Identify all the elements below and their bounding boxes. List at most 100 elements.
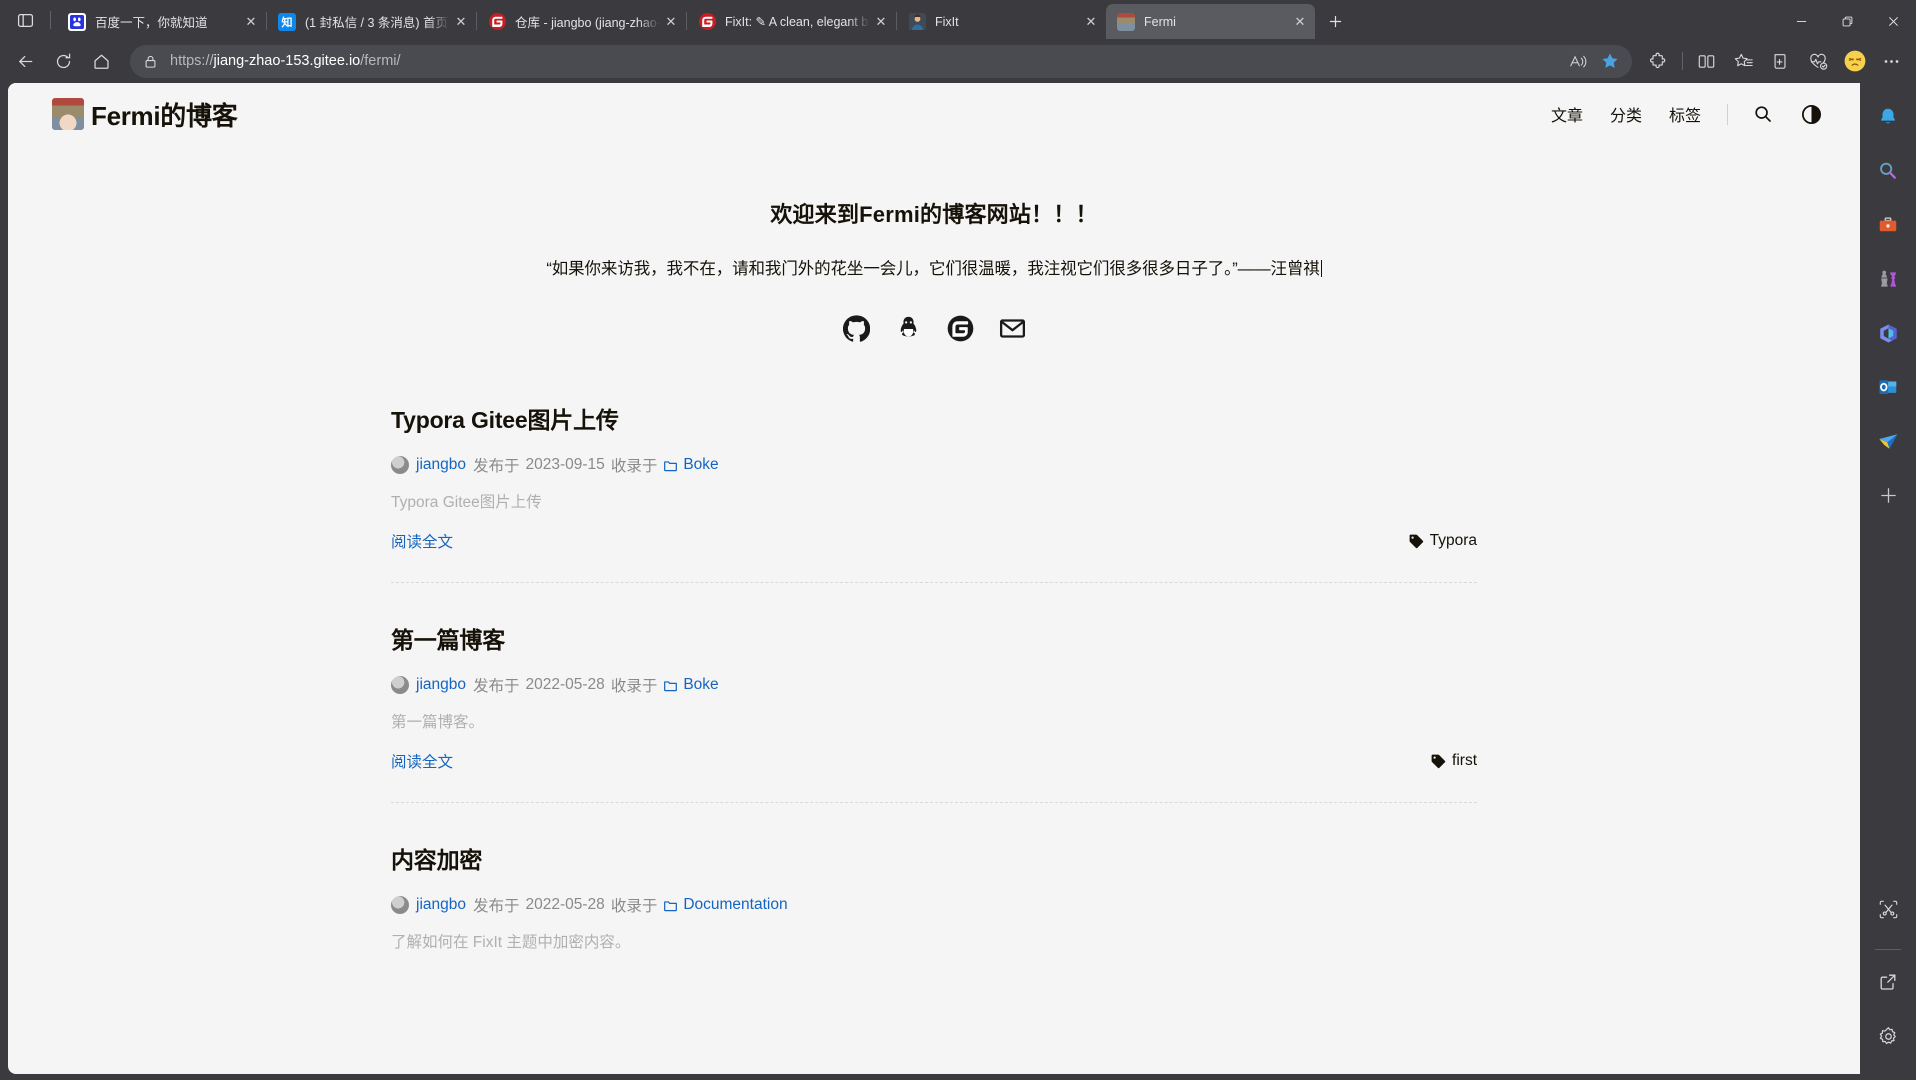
new-tab-button[interactable] <box>1320 6 1351 37</box>
email-icon[interactable] <box>997 313 1027 343</box>
url-path: /fermi/ <box>360 53 401 69</box>
tab-list: 百度一下，你就知道 ✕ 知 (1 封私信 / 3 条消息) 首页 - ✕ 仓库 … <box>57 4 1778 39</box>
read-more-link[interactable]: 阅读全文 <box>391 530 453 552</box>
add-sidebar-app-icon[interactable] <box>1868 475 1908 515</box>
tab-close-icon[interactable]: ✕ <box>450 11 472 33</box>
address-bar[interactable]: https://jiang-zhao-153.gitee.io/fermi/ <box>130 44 1632 78</box>
post-tag-label: first <box>1452 752 1477 769</box>
post-meta: jiangbo 发布于 2022-05-28 收录于 Boke <box>391 674 1477 696</box>
browser-tab[interactable]: FixIt: ✎ A clean, elegant bu ✕ <box>687 4 896 39</box>
category-label: 收录于 <box>610 458 658 475</box>
home-button[interactable] <box>84 44 118 78</box>
post-footer: 阅读全文 Typora <box>391 530 1477 552</box>
post-category[interactable]: Boke <box>663 456 719 474</box>
settings-more-icon[interactable] <box>1874 45 1909 78</box>
tab-actions-button[interactable] <box>6 4 44 36</box>
qq-icon[interactable] <box>893 313 923 343</box>
post-category[interactable]: Documentation <box>663 896 788 914</box>
tab-close-icon[interactable]: ✕ <box>240 11 262 33</box>
collections-icon[interactable] <box>1763 45 1798 78</box>
favorite-star-icon[interactable] <box>1594 47 1626 75</box>
navigation-toolbar: https://jiang-zhao-153.gitee.io/fermi/ <box>0 39 1916 83</box>
window-restore-button[interactable] <box>1824 4 1870 39</box>
gitee-icon <box>488 13 506 31</box>
toolbar-divider <box>1682 52 1683 70</box>
post-tag[interactable]: Typora <box>1408 532 1477 550</box>
post-tag[interactable]: first <box>1430 752 1477 770</box>
browser-essentials-icon[interactable] <box>1800 45 1835 78</box>
games-icon[interactable] <box>1868 259 1908 299</box>
sidebar-divider <box>1875 949 1901 950</box>
theme-toggle-icon[interactable] <box>1798 101 1824 127</box>
site-header: Fermi的博客 文章 分类 标签 <box>8 83 1860 145</box>
post-date: 2023-09-15 <box>525 456 605 473</box>
refresh-button[interactable] <box>46 44 80 78</box>
author-avatar <box>391 456 409 474</box>
post-item: 第一篇博客 jiangbo 发布于 2022-05-28 收录于 Boke 第一… <box>391 582 1477 802</box>
tab-title: (1 封私信 / 3 条消息) 首页 - <box>305 16 450 30</box>
hero-subtitle-text: “如果你来访我，我不在，请和我门外的花坐一会儿，它们很温暖，我注视它们很多很多日… <box>546 260 1320 278</box>
post-item: 内容加密 jiangbo 发布于 2022-05-28 收录于 Document… <box>391 802 1477 982</box>
post-title[interactable]: Typora Gitee图片上传 <box>391 401 1477 435</box>
browser-tab[interactable]: 仓库 - jiangbo (jiang-zhao-1 ✕ <box>477 4 686 39</box>
browser-tab[interactable]: FixIt ✕ <box>897 4 1106 39</box>
read-aloud-icon[interactable] <box>1562 47 1594 75</box>
browser-tab[interactable]: 百度一下，你就知道 ✕ <box>57 4 266 39</box>
profile-icon[interactable] <box>1837 45 1872 78</box>
extensions-icon[interactable] <box>1641 45 1676 78</box>
social-links <box>391 313 1477 343</box>
post-author[interactable]: jiangbo <box>416 676 466 694</box>
browser-viewport: Fermi的博客 文章 分类 标签 欢迎来到Fermi的博客网站！！！ “如果你… <box>0 83 1916 1080</box>
read-more-link[interactable]: 阅读全文 <box>391 750 453 772</box>
post-title[interactable]: 第一篇博客 <box>391 621 1477 655</box>
screenshot-snip-icon[interactable] <box>1868 889 1908 929</box>
post-tags: first <box>1430 752 1477 770</box>
post-list: Typora Gitee图片上传 jiangbo 发布于 2023-09-15 … <box>391 343 1477 982</box>
github-icon[interactable] <box>841 313 871 343</box>
address-bar-actions <box>1562 47 1626 75</box>
outlook-icon[interactable] <box>1868 367 1908 407</box>
tab-title: Fermi <box>1144 14 1176 29</box>
gitee-icon <box>698 13 716 31</box>
gitee-icon[interactable] <box>945 313 975 343</box>
search-icon[interactable] <box>1750 101 1776 127</box>
post-category[interactable]: Boke <box>663 676 719 694</box>
open-in-new-icon[interactable] <box>1868 962 1908 1002</box>
send-plane-icon[interactable] <box>1868 421 1908 461</box>
tab-close-icon[interactable]: ✕ <box>1080 11 1102 33</box>
url-host: jiang-zhao-153.gitee.io <box>213 53 361 69</box>
sidebar-settings-icon[interactable] <box>1868 1016 1908 1056</box>
split-screen-icon[interactable] <box>1689 45 1724 78</box>
tab-title: 百度一下，你就知道 <box>95 16 208 30</box>
window-close-button[interactable] <box>1870 4 1916 39</box>
post-author[interactable]: jiangbo <box>416 456 466 474</box>
post-excerpt: 了解如何在 FixIt 主题中加密内容。 <box>391 934 631 951</box>
tab-close-icon[interactable]: ✕ <box>870 11 892 33</box>
nav-item-articles[interactable]: 文章 <box>1551 102 1583 126</box>
browser-tab-active[interactable]: Fermi ✕ <box>1106 4 1315 39</box>
author-avatar <box>391 676 409 694</box>
site-brand[interactable]: Fermi的博客 <box>52 96 238 133</box>
post-author[interactable]: jiangbo <box>416 896 466 914</box>
tab-close-icon[interactable]: ✕ <box>1289 11 1311 33</box>
search-icon[interactable] <box>1868 151 1908 191</box>
microsoft365-icon[interactable] <box>1868 313 1908 353</box>
browser-window: 百度一下，你就知道 ✕ 知 (1 封私信 / 3 条消息) 首页 - ✕ 仓库 … <box>0 0 1916 1080</box>
notifications-bell-icon[interactable] <box>1868 97 1908 137</box>
nav-item-tags[interactable]: 标签 <box>1669 102 1701 126</box>
tabstrip-divider <box>50 11 51 29</box>
browser-tab[interactable]: 知 (1 封私信 / 3 条消息) 首页 - ✕ <box>267 4 476 39</box>
typing-cursor <box>1320 260 1322 277</box>
post-title[interactable]: 内容加密 <box>391 841 1477 875</box>
nav-item-categories[interactable]: 分类 <box>1610 102 1642 126</box>
post-date: 2022-05-28 <box>525 676 605 693</box>
post-excerpt: Typora Gitee图片上传 <box>391 494 542 511</box>
tools-briefcase-icon[interactable] <box>1868 205 1908 245</box>
tab-close-icon[interactable]: ✕ <box>660 11 682 33</box>
web-page: Fermi的博客 文章 分类 标签 欢迎来到Fermi的博客网站！！！ “如果你… <box>8 83 1860 1074</box>
back-button[interactable] <box>8 44 42 78</box>
hero-title: 欢迎来到Fermi的博客网站！！！ <box>770 202 1098 227</box>
window-minimize-button[interactable] <box>1778 4 1824 39</box>
favorites-icon[interactable] <box>1726 45 1761 78</box>
edge-sidebar <box>1860 83 1916 1074</box>
